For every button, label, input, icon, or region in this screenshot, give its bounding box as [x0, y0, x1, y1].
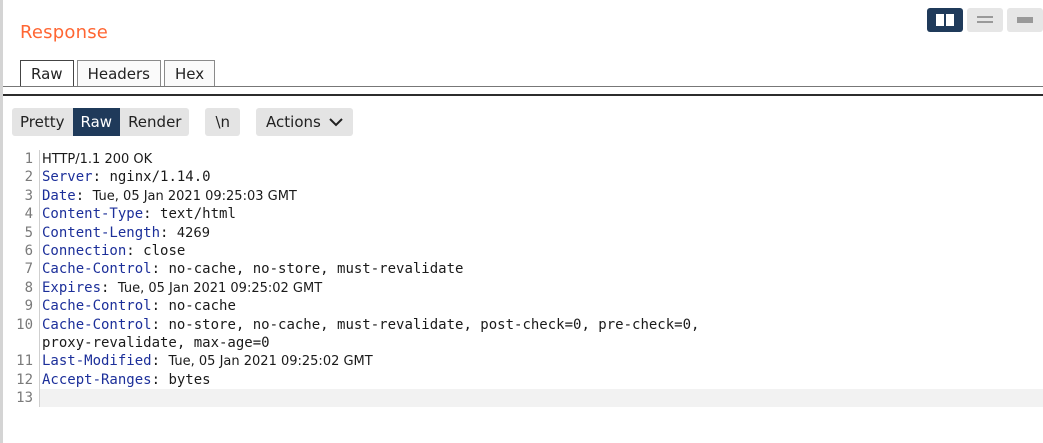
newline-toggle-button[interactable]: \n: [205, 108, 241, 136]
editor-line: 13: [3, 389, 1043, 408]
header-value: Tue, 05 Jan 2021 09:25:02 GMT: [117, 280, 323, 296]
raw-button[interactable]: Raw: [72, 108, 121, 136]
split-horizontal-view-icon[interactable]: [927, 8, 963, 32]
header-name: Content-Type: [42, 206, 144, 223]
line-number: 4: [24, 206, 33, 223]
single-view-icon[interactable]: [1007, 8, 1043, 32]
header-value: close: [143, 242, 186, 259]
header-name: Cache-Control: [42, 298, 152, 315]
line-number: 9: [24, 298, 33, 315]
header-separator: :: [151, 353, 169, 370]
header-separator: :: [151, 298, 169, 315]
header-value-continuation: proxy-revalidate, max-age=0: [42, 334, 270, 351]
line-number: 6: [24, 242, 33, 259]
toolbar-divider: [3, 94, 1043, 96]
header-name: Server: [42, 169, 93, 186]
header-name: Accept-Ranges: [42, 371, 152, 388]
line-number: 8: [24, 279, 33, 296]
header-name: Connection: [42, 242, 127, 259]
header-value: nginx/1.14.0: [109, 169, 211, 186]
header-value: bytes: [168, 371, 211, 388]
line-number: 10: [16, 316, 33, 333]
editor-line: 9 Cache-Control: no-cache: [3, 297, 1043, 316]
tab-divider: [3, 86, 1043, 87]
line-content: Cache-Control: no-cache: [39, 297, 1043, 316]
line-content: HTTP/1.1 200 OK: [39, 150, 1043, 169]
header-value: no-cache, no-store, must-revalidate: [168, 261, 464, 278]
line-content: Last-Modified: Tue, 05 Jan 2021 09:25:02…: [39, 352, 1043, 371]
response-editor[interactable]: 1 HTTP/1.1 200 OK 2 Server: nginx/1.14.0 3 Da…: [3, 150, 1043, 443]
line-number: 12: [16, 371, 33, 388]
editor-line: 1 HTTP/1.1 200 OK: [3, 150, 1043, 169]
chevron-down-icon: [329, 108, 343, 136]
editor-line: 5 Content-Length: 4269: [3, 223, 1043, 242]
split-vertical-view-icon[interactable]: [967, 8, 1003, 32]
header-separator: :: [101, 279, 118, 296]
header-name: Cache-Control: [42, 261, 152, 278]
header-name: Last-Modified: [42, 353, 152, 370]
editor-line: 4 Content-Type: text/html: [3, 205, 1043, 224]
line-content: Content-Type: text/html: [39, 205, 1043, 224]
header-name: Content-Length: [42, 224, 161, 241]
view-tabs: Raw Headers Hex: [20, 60, 218, 86]
header-separator: :: [143, 206, 161, 223]
header-separator: :: [151, 316, 169, 333]
line-number: [3, 334, 39, 352]
header-name: Cache-Control: [42, 316, 152, 333]
newline-toggle-label: \n: [215, 113, 231, 131]
line-content: Expires: Tue, 05 Jan 2021 09:25:02 GMT: [39, 278, 1043, 298]
editor-line: 2 Server: nginx/1.14.0: [3, 168, 1043, 187]
line-content: Server: nginx/1.14.0: [39, 168, 1043, 187]
line-content: Date: Tue, 05 Jan 2021 09:25:03 GMT: [39, 186, 1043, 206]
line-number: 1: [24, 151, 33, 167]
actions-button[interactable]: Actions: [256, 108, 353, 136]
header-name: Date: [42, 187, 76, 204]
actions-label: Actions: [266, 113, 321, 131]
editor-line: 10 Cache-Control: no-store, no-cache, mus…: [3, 315, 1043, 334]
line-number: 13: [16, 390, 33, 407]
header-separator: :: [151, 371, 169, 388]
panel-title: Response: [20, 22, 109, 43]
line-content: Accept-Ranges: bytes: [39, 370, 1043, 390]
line-number: 7: [24, 261, 33, 278]
header-value: no-store, no-cache, must-revalidate, pos…: [168, 316, 700, 333]
line-number: 2: [24, 169, 33, 186]
editor-line: 12 Accept-Ranges: bytes: [3, 370, 1043, 390]
header-value: 4269: [176, 225, 210, 241]
header-value: text/html: [160, 206, 236, 223]
line-number: 5: [24, 224, 33, 241]
header-value: Tue, 05 Jan 2021 09:25:02 GMT: [168, 354, 373, 370]
header-name: Expires: [42, 279, 102, 296]
editor-toolbar: Pretty Raw Render \n Actions: [12, 108, 353, 136]
header-separator: :: [160, 224, 177, 241]
editor-line: 6 Connection: close: [3, 241, 1043, 261]
editor-line: 7 Cache-Control: no-cache, no-store, must…: [3, 260, 1043, 279]
header-separator: :: [151, 261, 169, 278]
line-number: 3: [24, 187, 33, 204]
format-segmented-control: Pretty Raw Render: [12, 108, 190, 136]
header-separator: :: [75, 187, 93, 204]
pretty-button[interactable]: Pretty: [12, 108, 73, 136]
tab-hex[interactable]: Hex: [164, 60, 216, 86]
line-content: Content-Length: 4269: [39, 223, 1043, 242]
header-value: no-cache: [168, 298, 236, 315]
line-content: Cache-Control: no-cache, no-store, must-…: [39, 260, 1043, 279]
line-content: Cache-Control: no-store, no-cache, must-…: [39, 315, 1043, 334]
editor-line: 8 Expires: Tue, 05 Jan 2021 09:25:02 GMT: [3, 278, 1043, 298]
header-separator: :: [92, 169, 110, 186]
status-line: HTTP/1.1 200 OK: [42, 152, 153, 167]
header-value: Tue, 05 Jan 2021 09:25:03 GMT: [92, 188, 297, 204]
line-content: [39, 389, 1043, 408]
tab-headers[interactable]: Headers: [76, 60, 161, 86]
editor-line: 3 Date: Tue, 05 Jan 2021 09:25:03 GMT: [3, 186, 1043, 206]
line-content: Connection: close: [39, 241, 1043, 261]
layout-toggle: [923, 8, 1043, 32]
line-content: proxy-revalidate, max-age=0: [39, 333, 1043, 353]
header-separator: :: [126, 242, 144, 259]
line-number: 11: [16, 353, 33, 370]
editor-line: 11 Last-Modified: Tue, 05 Jan 2021 09:25:…: [3, 352, 1043, 371]
tab-raw[interactable]: Raw: [20, 60, 74, 86]
render-button[interactable]: Render: [120, 108, 189, 136]
editor-line-continuation: proxy-revalidate, max-age=0: [3, 333, 1043, 353]
